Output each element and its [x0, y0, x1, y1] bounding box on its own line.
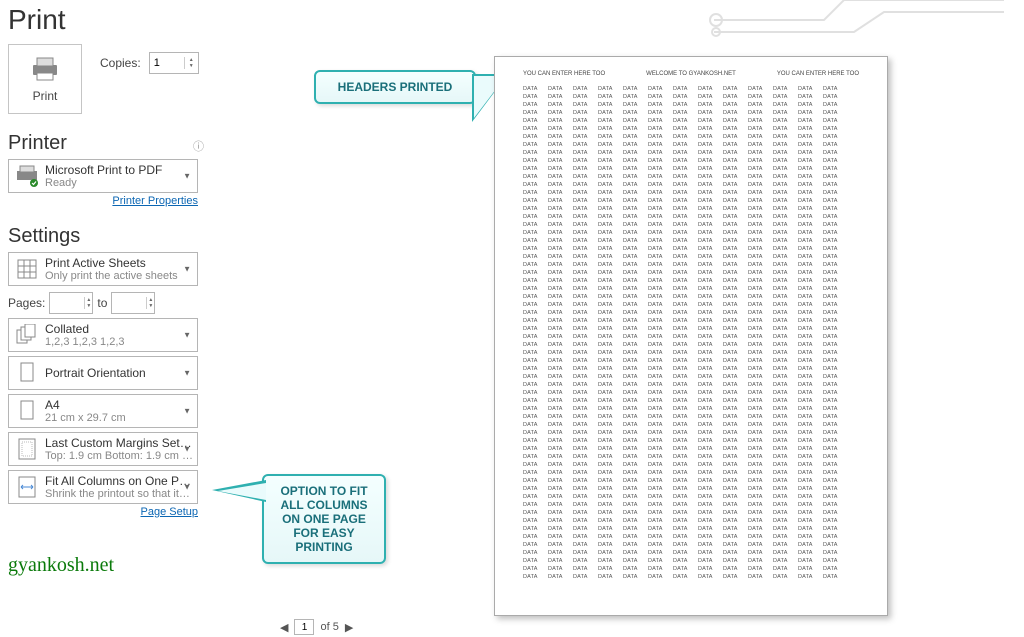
spinner-arrows-icon[interactable]: ▲▼: [146, 297, 154, 309]
pages-to-stepper[interactable]: ▲▼: [111, 292, 155, 314]
sheets-icon: [13, 255, 41, 283]
decorative-tracks: [704, 0, 1024, 50]
margins-sub: Top: 1.9 cm Bottom: 1.9 cm L…: [45, 450, 193, 462]
callout-headers: HEADERS PRINTED: [314, 70, 476, 104]
settings-heading: Settings: [8, 225, 208, 248]
print-button-label: Print: [33, 89, 58, 103]
print-button[interactable]: Print: [8, 44, 82, 114]
chevron-down-icon: ▼: [183, 172, 191, 181]
chevron-down-icon: ▼: [183, 369, 191, 378]
printer-select[interactable]: Microsoft Print to PDF Ready ▼: [8, 159, 198, 193]
portrait-icon: [13, 359, 41, 387]
collate-icon: [13, 321, 41, 349]
copies-input[interactable]: [150, 57, 184, 69]
fit-columns-icon: [13, 473, 41, 501]
printer-ready-icon: [13, 162, 41, 190]
pages-to-input[interactable]: [112, 297, 146, 309]
margins-icon: [13, 435, 41, 463]
print-what-title: Print Active Sheets: [45, 256, 178, 270]
print-what-sub: Only print the active sheets: [45, 270, 178, 282]
chevron-down-icon: ▼: [183, 445, 191, 454]
printer-glyph-icon: [30, 56, 60, 85]
orientation-select[interactable]: Portrait Orientation ▼: [8, 356, 198, 390]
pages-from-stepper[interactable]: ▲▼: [49, 292, 93, 314]
printer-properties-link[interactable]: Printer Properties: [8, 195, 198, 207]
paper-title: A4: [45, 398, 126, 412]
copies-stepper[interactable]: ▲▼: [149, 52, 199, 74]
page-navigator: ◀ of 5 ▶: [280, 619, 353, 635]
preview-header-right: YOU CAN ENTER HERE TOO: [777, 71, 859, 77]
next-page-icon[interactable]: ▶: [345, 621, 353, 634]
paper-icon: [13, 397, 41, 425]
scaling-select[interactable]: Fit All Columns on One Page Shrink the p…: [8, 470, 198, 504]
collate-select[interactable]: Collated 1,2,3 1,2,3 1,2,3 ▼: [8, 318, 198, 352]
paper-sub: 21 cm x 29.7 cm: [45, 412, 126, 424]
of-label: of 5: [320, 621, 338, 633]
scaling-sub: Shrink the printout so that it…: [45, 488, 193, 500]
spinner-arrows-icon[interactable]: ▲▼: [184, 57, 198, 69]
pages-to-label: to: [97, 296, 107, 310]
printer-info-icon[interactable]: ⓘ: [193, 138, 204, 154]
printer-heading: Printer: [8, 132, 208, 155]
chevron-down-icon: ▼: [183, 483, 191, 492]
preview-data-grid: DATADATADATADATADATADATADATADATADATADATA…: [523, 85, 859, 581]
copies-label: Copies:: [100, 56, 141, 70]
scaling-title: Fit All Columns on One Page: [45, 474, 193, 488]
printer-status: Ready: [45, 177, 162, 189]
spinner-arrows-icon[interactable]: ▲▼: [84, 297, 92, 309]
margins-select[interactable]: Last Custom Margins Setting Top: 1.9 cm …: [8, 432, 198, 466]
print-what-select[interactable]: Print Active Sheets Only print the activ…: [8, 252, 198, 286]
page-setup-link[interactable]: Page Setup: [8, 506, 198, 518]
margins-title: Last Custom Margins Setting: [45, 436, 193, 450]
pages-label: Pages:: [8, 296, 45, 310]
chevron-down-icon: ▼: [183, 407, 191, 416]
collate-sub: 1,2,3 1,2,3 1,2,3: [45, 336, 125, 348]
page-title: Print: [8, 4, 208, 36]
paper-size-select[interactable]: A4 21 cm x 29.7 cm ▼: [8, 394, 198, 428]
callout-fit: OPTION TO FIT ALL COLUMNS ON ONE PAGE FO…: [262, 474, 386, 564]
printer-name: Microsoft Print to PDF: [45, 163, 162, 177]
chevron-down-icon: ▼: [183, 331, 191, 340]
print-preview-page: YOU CAN ENTER HERE TOO WELCOME TO GYANKO…: [494, 56, 888, 616]
callout-fit-tail: [212, 480, 266, 502]
chevron-down-icon: ▼: [183, 265, 191, 274]
orientation-title: Portrait Orientation: [45, 366, 146, 380]
collate-title: Collated: [45, 322, 125, 336]
watermark-text: gyankosh.net: [8, 554, 208, 577]
pages-from-input[interactable]: [50, 297, 84, 309]
current-page-input[interactable]: [294, 619, 314, 635]
preview-header-center: WELCOME TO GYANKOSH.NET: [646, 71, 736, 77]
preview-header-left: YOU CAN ENTER HERE TOO: [523, 71, 605, 77]
prev-page-icon[interactable]: ◀: [280, 621, 288, 634]
